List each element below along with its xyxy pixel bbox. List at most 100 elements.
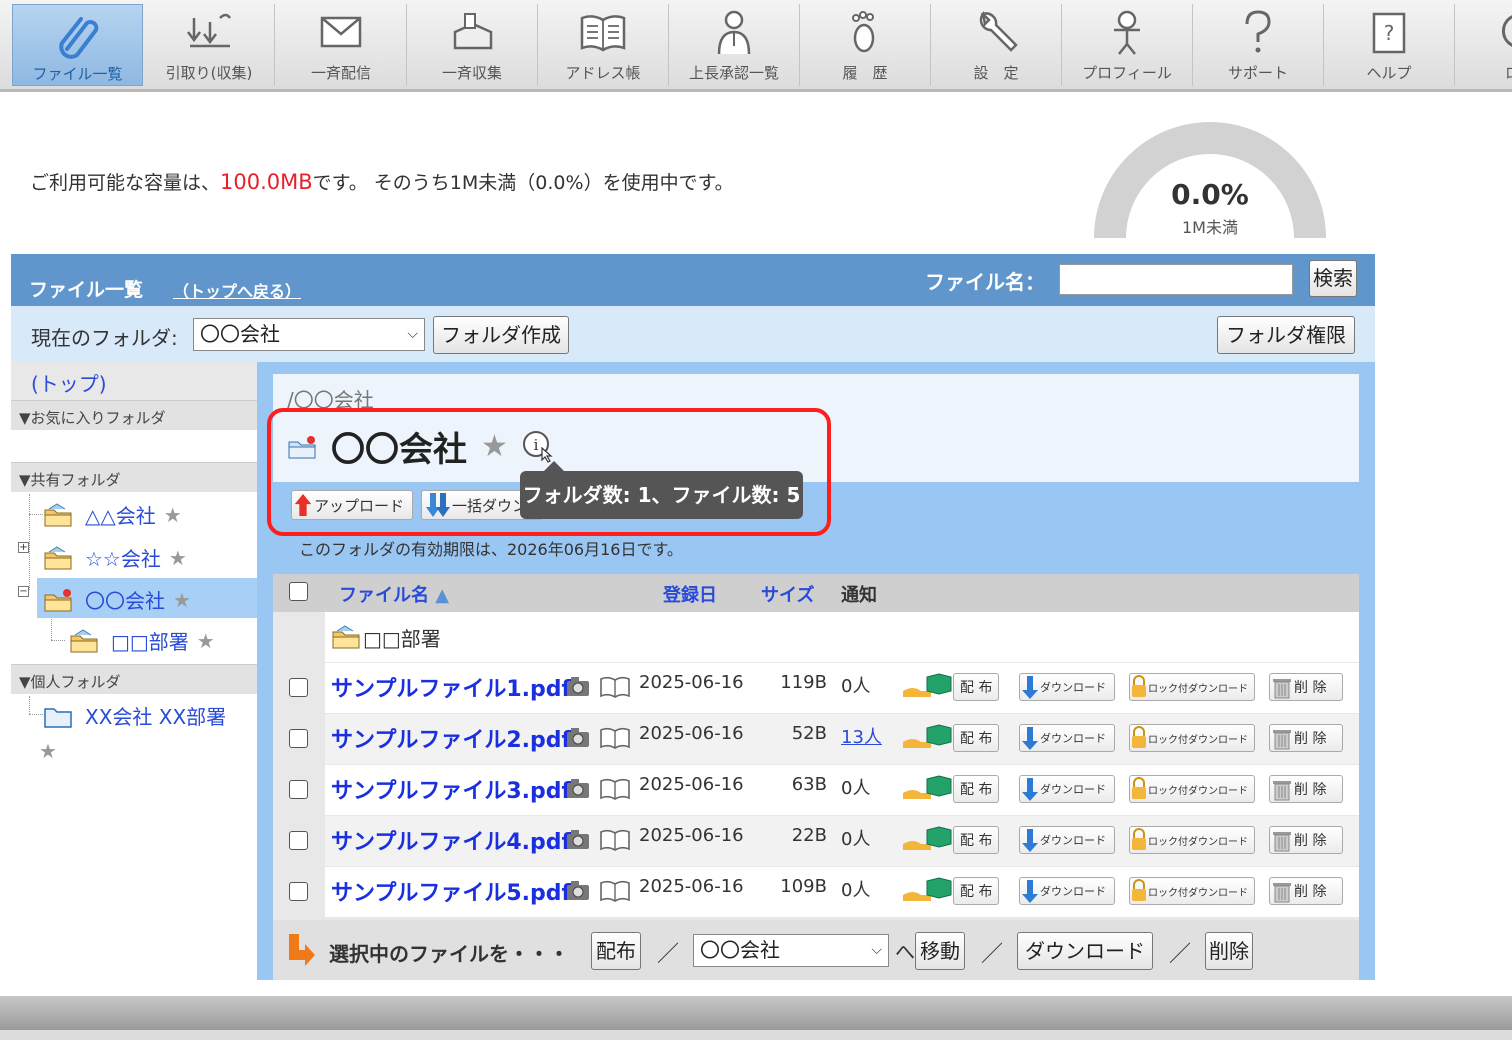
distribute-button[interactable]: 配 布	[903, 673, 1001, 701]
toolbar-item-9[interactable]: プロフィール	[1062, 4, 1193, 86]
search-input[interactable]	[1059, 264, 1293, 295]
bulk-download-button[interactable]: ダウンロード	[1017, 932, 1153, 970]
toolbar-item-label: ファイル一覧	[32, 65, 123, 83]
delete-button[interactable]: 削 除	[1269, 673, 1343, 701]
shared-heading[interactable]: ▼共有フォルダ	[11, 462, 257, 492]
preview-book-icon[interactable]	[599, 777, 631, 801]
toolbar-item-12[interactable]: ログ	[1455, 4, 1512, 86]
tree-top-link[interactable]: (トップ)	[11, 362, 257, 400]
row-checkbox[interactable]	[289, 831, 308, 850]
file-name-link[interactable]: サンプルファイル1.pdf	[331, 671, 571, 703]
distribute-button[interactable]: 配 布	[903, 877, 1001, 905]
row-checkbox[interactable]	[289, 678, 308, 697]
bulk-action-bar: 選択中のファイルを・・・ 配布 ／ 〇〇会社 ⌵ へ 移動 ／ ダウンロード ／…	[273, 920, 1359, 980]
favorite-star-icon[interactable]: ★	[197, 629, 215, 653]
download-button[interactable]: ダウンロード	[1019, 775, 1115, 803]
toolbar-item-3[interactable]: 一斉配信	[276, 4, 407, 86]
lock-download-button[interactable]: ロック付ダウンロード	[1129, 673, 1255, 701]
column-header-size[interactable]: サイズ	[761, 581, 814, 607]
file-name-link[interactable]: サンプルファイル5.pdf	[331, 875, 571, 907]
notify-count[interactable]: 13人	[841, 723, 882, 749]
download-button[interactable]: ダウンロード	[1019, 826, 1115, 854]
bulk-distribute-button[interactable]: 配布	[591, 932, 641, 970]
file-name-link[interactable]: サンプルファイル3.pdf	[331, 773, 571, 805]
preview-book-icon[interactable]	[599, 726, 631, 750]
toolbar-item-10[interactable]: サポート	[1193, 4, 1324, 86]
favorite-star-icon[interactable]: ★	[164, 503, 182, 527]
sidebar-item-folder-1[interactable]: △△会社 ★	[43, 500, 182, 529]
preview-book-icon[interactable]	[599, 828, 631, 852]
row-checkbox[interactable]	[289, 729, 308, 748]
bulk-move-button[interactable]: 移動	[915, 932, 965, 970]
preview-book-icon[interactable]	[599, 879, 631, 903]
back-to-top-link[interactable]: （トップへ戻る）	[173, 278, 301, 302]
search-button[interactable]: 検索	[1309, 260, 1357, 297]
delete-button[interactable]: 削 除	[1269, 775, 1343, 803]
distribute-hand-icon	[903, 826, 952, 850]
toolbar-item-8[interactable]: 設 定	[931, 4, 1062, 86]
column-header-date[interactable]: 登録日	[663, 581, 717, 607]
manager-icon	[717, 10, 751, 55]
select-all-checkbox[interactable]	[289, 582, 308, 601]
row-checkbox[interactable]	[289, 882, 308, 901]
lock-download-button[interactable]: ロック付ダウンロード	[1129, 826, 1255, 854]
lock-download-button[interactable]: ロック付ダウンロード	[1129, 877, 1255, 905]
row-checkbox[interactable]	[289, 780, 308, 799]
download-button[interactable]: ダウンロード	[1019, 724, 1115, 752]
download-button[interactable]: ダウンロード	[1019, 673, 1115, 701]
camera-icon[interactable]	[565, 777, 593, 801]
distribute-button[interactable]: 配 布	[903, 826, 1001, 854]
delete-button[interactable]: 削 除	[1269, 877, 1343, 905]
toolbar-item-5[interactable]: アドレス帳	[538, 4, 669, 86]
toolbar-item-11[interactable]: ? ヘルプ	[1324, 4, 1455, 86]
lock-icon	[1132, 828, 1146, 850]
folder-permission-button[interactable]: フォルダ権限	[1217, 316, 1355, 354]
sidebar-item-folder-2[interactable]: ☆☆会社 ★	[43, 543, 187, 572]
subfolder-name: □□部署	[363, 627, 441, 651]
delete-button[interactable]: 削 除	[1269, 826, 1343, 854]
favorite-star-icon[interactable]: ★	[39, 739, 57, 763]
toolbar-item-7[interactable]: 履 歴	[800, 4, 931, 86]
quota-text: ご利用可能な容量は、100.0MBです。 そのうち1M未満（0.0%）を使用中で…	[30, 168, 734, 195]
lock-icon	[1132, 726, 1146, 748]
sidebar-item-folder-4[interactable]: □□部署 ★	[69, 626, 215, 655]
toolbar-item-4[interactable]: 一斉収集	[407, 4, 538, 86]
camera-icon[interactable]	[565, 828, 593, 852]
file-name-link[interactable]: サンプルファイル4.pdf	[331, 824, 571, 856]
lock-download-button[interactable]: ロック付ダウンロード	[1129, 775, 1255, 803]
camera-icon[interactable]	[565, 726, 593, 750]
camera-icon[interactable]	[565, 675, 593, 699]
preview-book-icon[interactable]	[599, 675, 631, 699]
favorite-star-icon[interactable]: ★	[169, 546, 187, 570]
toolbar-item-1[interactable]: ファイル一覧	[12, 4, 143, 86]
file-name-link[interactable]: サンプルファイル2.pdf	[331, 722, 571, 754]
bulk-delete-button[interactable]: 削除	[1205, 932, 1253, 970]
delete-label: 削 除	[1294, 680, 1327, 696]
current-folder-select[interactable]: 〇〇会社 ⌵	[193, 318, 425, 351]
personal-favorite-star[interactable]: ★	[39, 739, 57, 763]
camera-icon[interactable]	[565, 879, 593, 903]
toolbar-item-2[interactable]: 引取り(収集)	[144, 4, 275, 86]
sidebar-item-folder-3[interactable]: 〇〇会社 ★	[43, 585, 191, 614]
delete-button[interactable]: 削 除	[1269, 724, 1343, 752]
sidebar-item-personal-folder[interactable]: XX会社 XX部署	[43, 701, 226, 730]
subfolder-row[interactable]: □□部署	[325, 612, 1359, 662]
personal-heading[interactable]: ▼個人フォルダ	[11, 664, 257, 694]
target-folder-select[interactable]: 〇〇会社 ⌵	[693, 934, 889, 967]
expand-toggle-icon[interactable]: +	[18, 542, 29, 553]
sidebar-item-label: ☆☆会社	[85, 547, 161, 571]
toolbar-item-6[interactable]: 上長承認一覧	[669, 4, 800, 86]
sort-asc-icon[interactable]: ▲	[435, 585, 449, 606]
notify-count: 0人	[841, 880, 871, 901]
file-size: 119B	[780, 672, 827, 693]
distribute-button[interactable]: 配 布	[903, 775, 1001, 803]
column-header-name[interactable]: ファイル名 ▲	[339, 581, 449, 607]
lock-download-button[interactable]: ロック付ダウンロード	[1129, 724, 1255, 752]
create-folder-button[interactable]: フォルダ作成	[433, 316, 569, 354]
favorite-star-icon[interactable]: ★	[173, 588, 191, 612]
question-icon	[1245, 10, 1271, 53]
favorites-heading[interactable]: ▼お気に入りフォルダ	[11, 400, 257, 430]
distribute-button[interactable]: 配 布	[903, 724, 1001, 752]
collapse-toggle-icon[interactable]: −	[18, 586, 29, 597]
download-button[interactable]: ダウンロード	[1019, 877, 1115, 905]
